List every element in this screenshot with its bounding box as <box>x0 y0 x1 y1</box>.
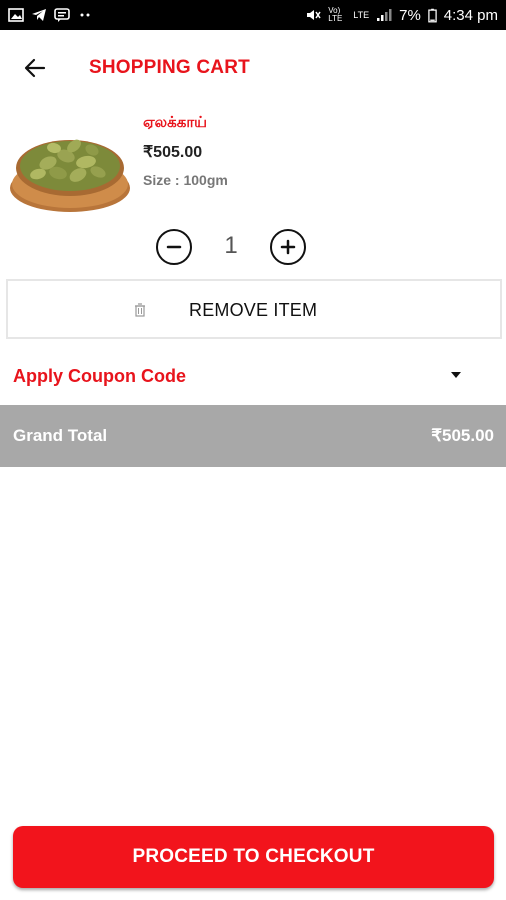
status-right-icons: Vo) LTE LTE 7% 4:34 pm <box>305 7 498 24</box>
remove-item-button[interactable]: REMOVE ITEM <box>6 279 502 339</box>
grand-total-value: ₹505.00 <box>431 426 494 445</box>
product-size: Size : 100gm <box>143 172 228 188</box>
caret-down-icon <box>451 372 461 378</box>
battery-percent: 7% <box>399 6 421 24</box>
trash-icon <box>135 303 145 317</box>
status-left-icons <box>8 8 93 22</box>
status-bar: Vo) LTE LTE 7% 4:34 pm <box>0 0 506 30</box>
battery-icon <box>428 8 437 22</box>
increase-quantity-button[interactable] <box>270 229 306 265</box>
signal-icon <box>377 9 392 21</box>
cart-item: ஏலக்காய் ₹505.00 Size : 100gm <box>0 106 506 226</box>
app-bar: SHOPPING CART <box>0 30 506 106</box>
apply-coupon-dropdown[interactable]: Apply Coupon Code <box>0 350 506 402</box>
remove-item-label: REMOVE ITEM <box>189 300 318 320</box>
grand-total-label: Grand Total <box>13 426 108 445</box>
telegram-icon <box>32 9 46 21</box>
volte-label: Vo) LTE <box>328 6 343 23</box>
checkout-label: PROCEED TO CHECKOUT <box>132 846 375 867</box>
clock: 4:34 pm <box>443 6 498 24</box>
arrow-back-icon <box>24 58 46 78</box>
quantity-value: 1 <box>224 232 238 259</box>
product-image <box>10 139 130 212</box>
coupon-label: Apply Coupon Code <box>13 365 186 386</box>
proceed-to-checkout-button[interactable]: PROCEED TO CHECKOUT <box>13 826 494 888</box>
more-dots-icon <box>80 13 90 17</box>
lte-label: LTE <box>353 10 370 20</box>
mute-icon <box>307 10 321 20</box>
plus-icon <box>280 239 296 255</box>
page-title: SHOPPING CART <box>89 57 250 78</box>
remove-item-content: REMOVE ITEM <box>8 281 500 337</box>
back-button[interactable] <box>0 30 70 106</box>
decrease-quantity-button[interactable] <box>156 229 192 265</box>
minus-icon <box>166 245 182 249</box>
product-name: ஏலக்காய் <box>143 114 208 131</box>
grand-total-bar: Grand Total ₹505.00 <box>0 405 506 467</box>
quantity-stepper: 1 <box>0 228 506 268</box>
chat-icon <box>54 8 70 22</box>
product-price: ₹505.00 <box>143 144 203 161</box>
image-icon <box>8 8 24 22</box>
